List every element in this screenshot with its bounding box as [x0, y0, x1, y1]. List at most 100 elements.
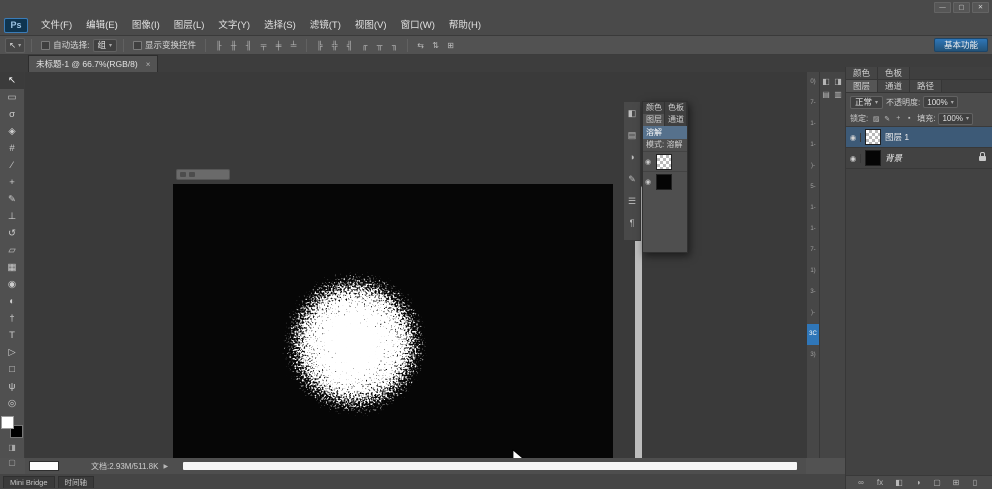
menu-item[interactable]: 滤镜(T) [303, 16, 348, 35]
blend-mode-row[interactable]: 模式: 溶解 [643, 139, 687, 151]
align-bottom-icon[interactable]: ╧ [287, 39, 300, 52]
color-panel-icon[interactable]: ◧ [624, 102, 640, 124]
auto-select-checkbox[interactable] [41, 41, 50, 50]
layer-mask-icon[interactable]: ◧ [894, 477, 904, 489]
align-middle-icon[interactable]: ╪ [272, 39, 285, 52]
align-left-icon[interactable]: ╟ [212, 39, 225, 52]
lasso-tool[interactable]: σ [0, 106, 24, 123]
menu-item[interactable]: 窗口(W) [394, 16, 442, 35]
status-menu-arrow-icon[interactable]: ▶ [163, 463, 168, 470]
pen-tool[interactable]: † [0, 310, 24, 327]
tool-preset-dropdown[interactable]: ↖ ▾ [5, 38, 25, 53]
zoom-input[interactable] [29, 461, 59, 471]
blend-mode-highlighted-item[interactable]: 溶解 [643, 126, 687, 139]
layer-effects-icon[interactable]: fx [875, 477, 885, 489]
layer-thumbnail[interactable] [865, 150, 881, 166]
collapsed-panel-item[interactable]: 0) [807, 72, 819, 93]
layer-visibility-toggle[interactable]: ◉ [846, 133, 861, 142]
actions-panel-icon[interactable]: ▥ [832, 88, 844, 101]
layer-row[interactable]: ◉ [643, 171, 687, 191]
adjustment-layer-icon[interactable]: ◑ [913, 477, 923, 489]
masks-panel-icon[interactable]: ◑ [624, 146, 640, 168]
collapsed-panel-item[interactable]: 1- [807, 219, 819, 240]
menu-item[interactable]: 文字(Y) [211, 16, 257, 35]
foreground-color-swatch[interactable] [1, 416, 14, 429]
lock-all-icon[interactable]: ▪ [904, 113, 914, 125]
brush-tool[interactable]: ✎ [0, 191, 24, 208]
align-top-icon[interactable]: ╤ [257, 39, 270, 52]
gradient-tool[interactable]: ▦ [0, 259, 24, 276]
dodge-tool[interactable]: ◐ [0, 293, 24, 310]
distribute-right-icon[interactable]: ╣ [343, 39, 356, 52]
menu-item[interactable]: 图像(I) [125, 16, 167, 35]
collapsed-panel-item[interactable]: 5- [807, 177, 819, 198]
menu-item[interactable]: 文件(F) [34, 16, 79, 35]
new-layer-icon[interactable]: ⊞ [951, 477, 961, 489]
panel-tab[interactable]: 图层 [643, 114, 665, 126]
brush-panel-icon[interactable]: ✎ [624, 168, 640, 190]
auto-align-icon[interactable]: ⇆ [414, 39, 427, 52]
collapsed-panel-item[interactable]: 1) [807, 261, 819, 282]
collapsed-panel-item[interactable]: 3C [807, 324, 819, 345]
eraser-tool[interactable]: ▱ [0, 242, 24, 259]
panel-tab[interactable]: 图层 [846, 80, 878, 92]
panel-tab[interactable]: 通道 [878, 80, 910, 92]
move-tool[interactable]: ↖ [0, 72, 24, 89]
panel-tab[interactable]: 色板 [878, 67, 910, 79]
menu-item[interactable]: 帮助(H) [442, 16, 488, 35]
quick-mask-button[interactable]: ◨ [6, 441, 19, 454]
document-tab[interactable]: 未标题-1 @ 66.7%(RGB/8) × [28, 55, 158, 72]
layer-row[interactable]: ◉ 图层 1 [846, 127, 992, 148]
tab-mini-bridge[interactable]: Mini Bridge [3, 476, 55, 488]
collapsed-panel-item[interactable]: 7- [807, 240, 819, 261]
distribute-left-icon[interactable]: ╠ [313, 39, 326, 52]
arrange-documents-icon[interactable]: ⊞ [444, 39, 457, 52]
layer-thumbnail[interactable] [656, 154, 672, 170]
opacity-select[interactable]: 100% ▾ [923, 96, 957, 108]
blur-tool[interactable]: ◉ [0, 276, 24, 293]
layer-visibility-toggle[interactable]: ◉ [645, 158, 653, 166]
collapsed-panel-item[interactable]: 1- [807, 198, 819, 219]
distribute-center-icon[interactable]: ╬ [328, 39, 341, 52]
document-canvas[interactable] [173, 184, 613, 489]
panel-tab[interactable]: 路径 [910, 80, 942, 92]
hand-tool[interactable]: ψ [0, 378, 24, 395]
screen-mode-button[interactable]: ▢ [6, 456, 19, 469]
link-layers-icon[interactable]: ∞ [856, 477, 866, 489]
show-transform-checkbox[interactable] [133, 41, 142, 50]
auto-distribute-icon[interactable]: ⇅ [429, 39, 442, 52]
layer-visibility-toggle[interactable]: ◉ [645, 178, 653, 186]
distribute-middle-icon[interactable]: ╥ [373, 39, 386, 52]
close-button[interactable]: ✕ [972, 2, 989, 13]
crop-tool[interactable]: # [0, 140, 24, 157]
lock-image-pixels-icon[interactable]: ✎ [882, 113, 892, 125]
horizontal-scrollbar[interactable] [183, 462, 797, 470]
panel-tab[interactable]: 通道 [665, 114, 687, 126]
workspace-switcher-button[interactable]: 基本功能 [934, 38, 988, 52]
shape-tool[interactable]: □ [0, 361, 24, 378]
lock-position-icon[interactable]: + [893, 113, 903, 125]
history-panel-icon[interactable]: ◧ [820, 75, 832, 88]
layer-row[interactable]: ◉ 背景 [846, 148, 992, 169]
info-panel-icon[interactable]: ▤ [820, 88, 832, 101]
layer-visibility-toggle[interactable]: ◉ [846, 154, 861, 163]
auto-select-dropdown[interactable]: 组 ▾ [93, 39, 118, 52]
quick-selection-tool[interactable]: ◈ [0, 123, 24, 140]
clone-stamp-tool[interactable]: ⊥ [0, 208, 24, 225]
layer-row[interactable]: ◉ [643, 151, 687, 171]
menu-item[interactable]: 视图(V) [348, 16, 394, 35]
lock-transparent-pixels-icon[interactable]: ▨ [871, 113, 881, 125]
align-right-icon[interactable]: ╢ [242, 39, 255, 52]
collapsed-panel-item[interactable]: 1- [807, 114, 819, 135]
menu-item[interactable]: 图层(L) [167, 16, 212, 35]
adjustments-panel-icon[interactable]: ▤ [624, 124, 640, 146]
distribute-top-icon[interactable]: ╓ [358, 39, 371, 52]
minimize-button[interactable]: — [934, 2, 951, 13]
styles-panel-icon[interactable]: ☰ [624, 190, 640, 212]
collapsed-panel-item[interactable]: 3) [807, 345, 819, 366]
tab-timeline[interactable]: 时间轴 [58, 476, 95, 488]
paragraph-panel-icon[interactable]: ¶ [624, 212, 640, 234]
collapsed-panel-item[interactable]: 7- [807, 93, 819, 114]
delete-layer-icon[interactable]: ▯ [970, 477, 980, 489]
healing-brush-tool[interactable]: + [0, 174, 24, 191]
